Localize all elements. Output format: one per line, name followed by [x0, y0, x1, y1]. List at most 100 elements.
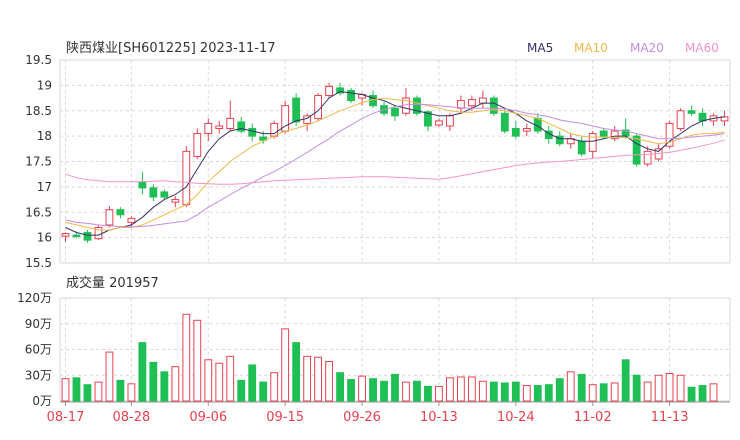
volume-bar: [347, 379, 355, 402]
candle-body: [478, 97, 487, 104]
volume-tick-label: 30万: [25, 368, 52, 382]
volume-tick-label: 60万: [25, 343, 52, 357]
candlestick: [116, 207, 125, 219]
candle-body: [215, 125, 224, 130]
candle-body: [391, 107, 399, 117]
candlestick: [281, 100, 290, 134]
ma-legend-ma10: MA10: [574, 41, 608, 55]
candle-body: [446, 115, 454, 127]
candle-body: [237, 121, 246, 132]
volume-bar: [325, 361, 334, 402]
candlestick: [489, 95, 498, 116]
volume-bar: [435, 385, 443, 402]
candlestick: [588, 131, 597, 159]
candle-body: [171, 199, 180, 203]
price-tick-label: 18: [37, 129, 52, 143]
candle-body: [500, 112, 509, 132]
candle-body: [160, 191, 169, 198]
x-tick-label: 10-13: [420, 410, 458, 425]
volume-bar: [402, 381, 410, 402]
volume-bar: [621, 359, 630, 402]
candle-body: [72, 234, 81, 238]
candlestick: [687, 105, 696, 116]
candlestick: [533, 113, 542, 134]
candlestick: [676, 108, 685, 132]
candle-body: [522, 128, 531, 132]
candlestick: [402, 87, 410, 116]
candle-body: [248, 128, 257, 137]
volume-bar: [292, 342, 301, 402]
candlestick: [138, 171, 147, 195]
volume-bar: [446, 377, 454, 402]
x-tick-label: 11-13: [651, 410, 689, 425]
candle-body: [347, 89, 355, 102]
volume-bar: [391, 373, 399, 402]
volume-bar: [248, 364, 257, 402]
volume-tick-label: 120万: [17, 291, 52, 305]
candle-body: [314, 95, 323, 119]
candlestick: [336, 82, 344, 96]
x-tick-label: 11-02: [574, 410, 612, 425]
candlestick: [654, 143, 663, 162]
price-tick-label: 17: [37, 180, 52, 194]
candle-body: [292, 97, 301, 123]
date-x-axis: 08-17 08-28 09-06 09-15 09-26 10-13 10-24 11-02…: [47, 401, 730, 425]
volume-bar: [489, 381, 498, 402]
candlestick: [435, 118, 443, 127]
volume-bar: [577, 373, 586, 402]
price-tick-label: 15.5: [25, 256, 52, 270]
volume-bar: [138, 342, 147, 402]
volume-bar: [237, 379, 246, 402]
volume-bar: [424, 385, 432, 402]
volume-tick-label: 0万: [32, 394, 52, 408]
volume-bar: [413, 380, 421, 402]
volume-bar: [303, 355, 312, 402]
candle-body: [325, 85, 334, 97]
volume-bar: [665, 373, 674, 402]
candlestick: [193, 128, 202, 159]
candlestick: [61, 232, 70, 242]
candle-body: [116, 209, 125, 216]
volume-bar: [61, 378, 70, 402]
volume-bar: [314, 356, 323, 402]
volume-bar: [336, 372, 344, 402]
candlestick: [171, 196, 180, 208]
volume-bar: [226, 355, 235, 402]
volume-bar: [676, 374, 685, 402]
volume-bar: [127, 383, 136, 402]
price-tick-label: 17.5: [25, 155, 52, 169]
volume-title: 成交量 201957: [66, 275, 159, 291]
volume-bar: [193, 319, 202, 402]
candle-body: [467, 99, 476, 107]
volume-bar: [369, 378, 377, 402]
volume-bar: [380, 380, 388, 402]
volume-bar: [610, 382, 619, 402]
ma-legend-ma20: MA20: [630, 41, 664, 55]
candlestick: [237, 116, 246, 134]
candle-body: [127, 217, 136, 223]
candle-body: [226, 117, 235, 130]
volume-bar: [555, 378, 564, 402]
candlestick: [391, 105, 399, 121]
candle-body: [270, 122, 279, 137]
volume-bar: [687, 386, 696, 402]
volume-bar: [511, 381, 520, 402]
candlestick: [577, 136, 586, 157]
price-tick-label: 19: [37, 78, 52, 92]
ma-line-ma60: [65, 139, 725, 185]
candle-body: [698, 112, 707, 122]
volume-bar: [149, 361, 158, 402]
price-tick-label: 19.5: [25, 53, 52, 67]
candlestick: [610, 125, 619, 142]
x-tick-label: 08-28: [113, 410, 151, 425]
volume-bar: [654, 374, 663, 402]
volume-y-axis: 0万 30万 60万 90万 120万: [17, 291, 52, 408]
volume-bar: [544, 384, 553, 402]
volume-bar: [522, 385, 531, 402]
volume-bar: [281, 328, 290, 402]
candle-body: [511, 128, 520, 137]
candlestick: [182, 146, 191, 208]
candlestick: [226, 100, 235, 132]
candle-body: [138, 181, 147, 189]
volume-bar: [698, 385, 707, 402]
